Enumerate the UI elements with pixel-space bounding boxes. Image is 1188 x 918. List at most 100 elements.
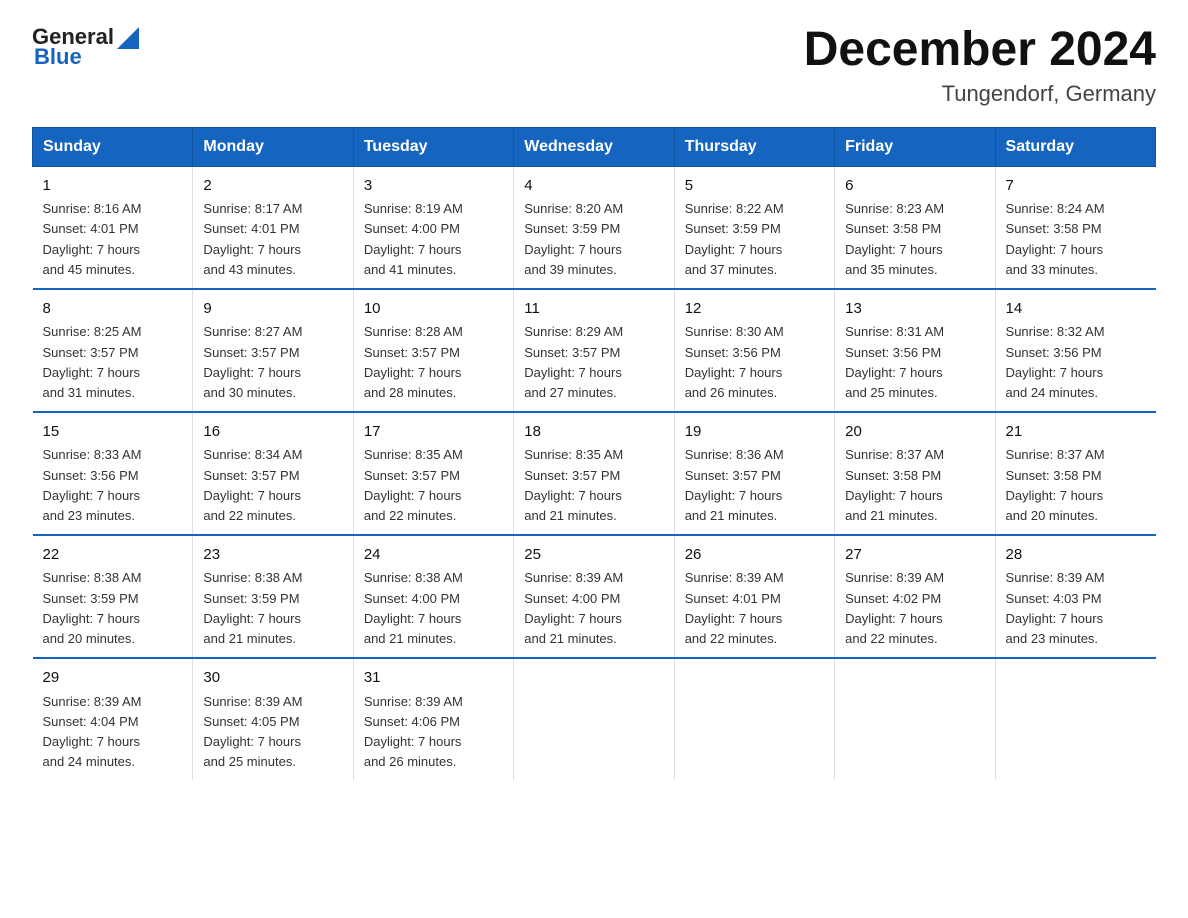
calendar-cell: 27Sunrise: 8:39 AM Sunset: 4:02 PM Dayli… [835, 535, 995, 658]
calendar-location: Tungendorf, Germany [804, 81, 1156, 107]
calendar-cell: 5Sunrise: 8:22 AM Sunset: 3:59 PM Daylig… [674, 166, 834, 289]
day-sun-info: Sunrise: 8:39 AM Sunset: 4:03 PM Dayligh… [1006, 568, 1146, 649]
day-sun-info: Sunrise: 8:35 AM Sunset: 3:57 PM Dayligh… [364, 445, 503, 526]
day-sun-info: Sunrise: 8:29 AM Sunset: 3:57 PM Dayligh… [524, 322, 663, 403]
day-sun-info: Sunrise: 8:28 AM Sunset: 3:57 PM Dayligh… [364, 322, 503, 403]
calendar-cell: 17Sunrise: 8:35 AM Sunset: 3:57 PM Dayli… [353, 412, 513, 535]
day-sun-info: Sunrise: 8:39 AM Sunset: 4:02 PM Dayligh… [845, 568, 984, 649]
calendar-cell: 31Sunrise: 8:39 AM Sunset: 4:06 PM Dayli… [353, 658, 513, 780]
calendar-cell: 26Sunrise: 8:39 AM Sunset: 4:01 PM Dayli… [674, 535, 834, 658]
day-sun-info: Sunrise: 8:35 AM Sunset: 3:57 PM Dayligh… [524, 445, 663, 526]
day-sun-info: Sunrise: 8:19 AM Sunset: 4:00 PM Dayligh… [364, 199, 503, 280]
weekday-header-wednesday: Wednesday [514, 127, 674, 166]
day-sun-info: Sunrise: 8:30 AM Sunset: 3:56 PM Dayligh… [685, 322, 824, 403]
day-sun-info: Sunrise: 8:39 AM Sunset: 4:06 PM Dayligh… [364, 692, 503, 773]
day-sun-info: Sunrise: 8:37 AM Sunset: 3:58 PM Dayligh… [845, 445, 984, 526]
calendar-cell: 3Sunrise: 8:19 AM Sunset: 4:00 PM Daylig… [353, 166, 513, 289]
calendar-cell: 18Sunrise: 8:35 AM Sunset: 3:57 PM Dayli… [514, 412, 674, 535]
calendar-week-row: 15Sunrise: 8:33 AM Sunset: 3:56 PM Dayli… [33, 412, 1156, 535]
calendar-title: December 2024 [804, 24, 1156, 77]
day-number: 26 [685, 544, 824, 567]
calendar-cell: 7Sunrise: 8:24 AM Sunset: 3:58 PM Daylig… [995, 166, 1155, 289]
weekday-header-saturday: Saturday [995, 127, 1155, 166]
calendar-cell: 22Sunrise: 8:38 AM Sunset: 3:59 PM Dayli… [33, 535, 193, 658]
calendar-cell: 25Sunrise: 8:39 AM Sunset: 4:00 PM Dayli… [514, 535, 674, 658]
weekday-header-tuesday: Tuesday [353, 127, 513, 166]
calendar-cell: 2Sunrise: 8:17 AM Sunset: 4:01 PM Daylig… [193, 166, 353, 289]
logo-triangle-icon [117, 27, 139, 49]
calendar-cell [674, 658, 834, 780]
day-number: 27 [845, 544, 984, 567]
logo-blue-text: Blue [34, 44, 82, 70]
day-number: 5 [685, 175, 824, 198]
calendar-cell: 11Sunrise: 8:29 AM Sunset: 3:57 PM Dayli… [514, 289, 674, 412]
day-sun-info: Sunrise: 8:34 AM Sunset: 3:57 PM Dayligh… [203, 445, 342, 526]
day-number: 25 [524, 544, 663, 567]
day-number: 2 [203, 175, 342, 198]
day-sun-info: Sunrise: 8:31 AM Sunset: 3:56 PM Dayligh… [845, 322, 984, 403]
day-number: 31 [364, 667, 503, 690]
calendar-body: 1Sunrise: 8:16 AM Sunset: 4:01 PM Daylig… [33, 166, 1156, 780]
day-number: 29 [43, 667, 183, 690]
day-sun-info: Sunrise: 8:38 AM Sunset: 4:00 PM Dayligh… [364, 568, 503, 649]
day-number: 15 [43, 421, 183, 444]
day-number: 23 [203, 544, 342, 567]
day-sun-info: Sunrise: 8:36 AM Sunset: 3:57 PM Dayligh… [685, 445, 824, 526]
calendar-cell: 8Sunrise: 8:25 AM Sunset: 3:57 PM Daylig… [33, 289, 193, 412]
calendar-cell: 10Sunrise: 8:28 AM Sunset: 3:57 PM Dayli… [353, 289, 513, 412]
day-sun-info: Sunrise: 8:25 AM Sunset: 3:57 PM Dayligh… [43, 322, 183, 403]
day-sun-info: Sunrise: 8:39 AM Sunset: 4:05 PM Dayligh… [203, 692, 342, 773]
calendar-cell: 30Sunrise: 8:39 AM Sunset: 4:05 PM Dayli… [193, 658, 353, 780]
day-number: 22 [43, 544, 183, 567]
day-sun-info: Sunrise: 8:17 AM Sunset: 4:01 PM Dayligh… [203, 199, 342, 280]
title-block: December 2024 Tungendorf, Germany [804, 24, 1156, 107]
day-sun-info: Sunrise: 8:24 AM Sunset: 3:58 PM Dayligh… [1006, 199, 1146, 280]
day-number: 30 [203, 667, 342, 690]
calendar-week-row: 8Sunrise: 8:25 AM Sunset: 3:57 PM Daylig… [33, 289, 1156, 412]
calendar-cell: 19Sunrise: 8:36 AM Sunset: 3:57 PM Dayli… [674, 412, 834, 535]
day-number: 3 [364, 175, 503, 198]
calendar-cell: 24Sunrise: 8:38 AM Sunset: 4:00 PM Dayli… [353, 535, 513, 658]
day-sun-info: Sunrise: 8:39 AM Sunset: 4:04 PM Dayligh… [43, 692, 183, 773]
calendar-cell: 12Sunrise: 8:30 AM Sunset: 3:56 PM Dayli… [674, 289, 834, 412]
calendar-week-row: 22Sunrise: 8:38 AM Sunset: 3:59 PM Dayli… [33, 535, 1156, 658]
day-sun-info: Sunrise: 8:16 AM Sunset: 4:01 PM Dayligh… [43, 199, 183, 280]
day-number: 13 [845, 298, 984, 321]
day-sun-info: Sunrise: 8:38 AM Sunset: 3:59 PM Dayligh… [43, 568, 183, 649]
day-number: 18 [524, 421, 663, 444]
day-sun-info: Sunrise: 8:27 AM Sunset: 3:57 PM Dayligh… [203, 322, 342, 403]
calendar-cell: 28Sunrise: 8:39 AM Sunset: 4:03 PM Dayli… [995, 535, 1155, 658]
day-number: 9 [203, 298, 342, 321]
page-header: General Blue December 2024 Tungendorf, G… [32, 24, 1156, 107]
calendar-cell: 9Sunrise: 8:27 AM Sunset: 3:57 PM Daylig… [193, 289, 353, 412]
day-number: 11 [524, 298, 663, 321]
day-sun-info: Sunrise: 8:22 AM Sunset: 3:59 PM Dayligh… [685, 199, 824, 280]
calendar-cell [835, 658, 995, 780]
calendar-cell: 4Sunrise: 8:20 AM Sunset: 3:59 PM Daylig… [514, 166, 674, 289]
day-number: 4 [524, 175, 663, 198]
day-sun-info: Sunrise: 8:20 AM Sunset: 3:59 PM Dayligh… [524, 199, 663, 280]
day-number: 21 [1006, 421, 1146, 444]
day-number: 14 [1006, 298, 1146, 321]
weekday-header-thursday: Thursday [674, 127, 834, 166]
day-sun-info: Sunrise: 8:39 AM Sunset: 4:00 PM Dayligh… [524, 568, 663, 649]
calendar-cell [995, 658, 1155, 780]
calendar-cell: 20Sunrise: 8:37 AM Sunset: 3:58 PM Dayli… [835, 412, 995, 535]
weekday-header-row: SundayMondayTuesdayWednesdayThursdayFrid… [33, 127, 1156, 166]
day-number: 20 [845, 421, 984, 444]
day-sun-info: Sunrise: 8:39 AM Sunset: 4:01 PM Dayligh… [685, 568, 824, 649]
day-number: 16 [203, 421, 342, 444]
day-sun-info: Sunrise: 8:32 AM Sunset: 3:56 PM Dayligh… [1006, 322, 1146, 403]
day-number: 10 [364, 298, 503, 321]
weekday-header-sunday: Sunday [33, 127, 193, 166]
calendar-cell: 15Sunrise: 8:33 AM Sunset: 3:56 PM Dayli… [33, 412, 193, 535]
day-number: 17 [364, 421, 503, 444]
calendar-week-row: 29Sunrise: 8:39 AM Sunset: 4:04 PM Dayli… [33, 658, 1156, 780]
calendar-cell: 13Sunrise: 8:31 AM Sunset: 3:56 PM Dayli… [835, 289, 995, 412]
day-number: 8 [43, 298, 183, 321]
calendar-cell [514, 658, 674, 780]
calendar-cell: 6Sunrise: 8:23 AM Sunset: 3:58 PM Daylig… [835, 166, 995, 289]
day-number: 28 [1006, 544, 1146, 567]
day-number: 24 [364, 544, 503, 567]
day-number: 7 [1006, 175, 1146, 198]
